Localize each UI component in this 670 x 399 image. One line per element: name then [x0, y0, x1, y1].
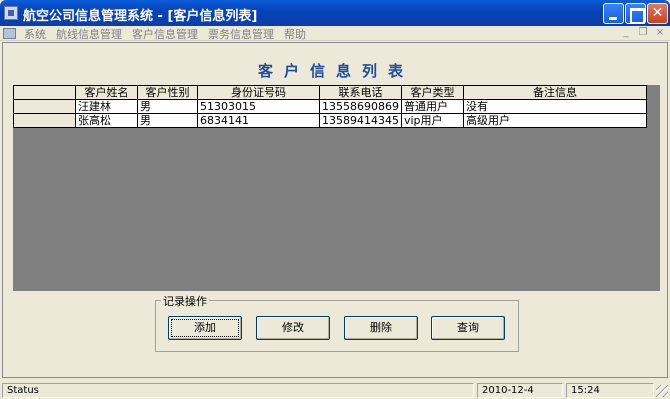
cell-id-number[interactable]: 51303015	[197, 99, 320, 114]
maximize-button[interactable]	[625, 3, 646, 24]
cell-customer-type[interactable]: 普通用户	[400, 99, 464, 114]
menu-system[interactable]: 系统	[24, 26, 46, 42]
query-button[interactable]: 查询	[431, 316, 505, 340]
app-icon	[4, 6, 18, 20]
column-header-gender[interactable]: 客户性别	[137, 85, 198, 100]
status-time: 15:24	[566, 383, 654, 398]
menu-customer-management[interactable]: 客户信息管理	[132, 26, 198, 42]
customer-list-form: 客户信息列表 客户姓名 客户性别 身份证号码 联系电话 客户类型 备注信息 汪建…	[2, 42, 668, 378]
status-bar: Status 2010-12-4 15:24	[0, 381, 670, 399]
cell-name[interactable]: 汪建林	[75, 99, 138, 114]
row-header-corner	[13, 85, 76, 100]
cell-gender[interactable]: 男	[137, 99, 198, 114]
cell-customer-type[interactable]: vip用户	[400, 113, 464, 128]
customer-grid[interactable]: 客户姓名 客户性别 身份证号码 联系电话 客户类型 备注信息 汪建林 男 513…	[13, 85, 660, 291]
child-minimize-icon[interactable]: _	[620, 27, 632, 38]
row-selector[interactable]	[13, 99, 76, 114]
record-operations-group: 记录操作 添加 修改 删除 查询	[155, 293, 519, 352]
cell-remarks[interactable]: 没有	[462, 99, 647, 114]
status-text: Status	[2, 383, 474, 398]
menu-bar: 系统 航线信息管理 客户信息管理 票务信息管理 帮助 _ ❐ ×	[0, 26, 670, 41]
table-row[interactable]: 张高松 男 6834141 13589414345 vip用户 高级用户	[13, 113, 647, 128]
minimize-button[interactable]	[603, 3, 624, 24]
delete-button[interactable]: 删除	[344, 316, 418, 340]
add-button[interactable]: 添加	[168, 316, 242, 340]
cell-phone[interactable]: 13558690869	[319, 99, 402, 114]
column-header-name[interactable]: 客户姓名	[75, 85, 138, 100]
menu-ticket-management[interactable]: 票务信息管理	[208, 26, 274, 42]
status-date: 2010-12-4	[477, 383, 563, 398]
column-header-remarks[interactable]: 备注信息	[462, 85, 647, 100]
cell-name[interactable]: 张高松	[75, 113, 138, 128]
menu-help[interactable]: 帮助	[284, 26, 306, 42]
close-icon: ✕	[651, 5, 664, 21]
cell-phone[interactable]: 13589414345	[319, 113, 402, 128]
table-header-row: 客户姓名 客户性别 身份证号码 联系电话 客户类型 备注信息	[13, 85, 647, 100]
customer-table: 客户姓名 客户性别 身份证号码 联系电话 客户类型 备注信息 汪建林 男 513…	[13, 85, 647, 128]
child-window-icon[interactable]	[3, 28, 16, 39]
menu-route-management[interactable]: 航线信息管理	[56, 26, 122, 42]
close-button[interactable]: ✕	[647, 3, 668, 24]
row-selector[interactable]	[13, 113, 76, 128]
column-header-customer-type[interactable]: 客户类型	[400, 85, 464, 100]
resize-grip-icon[interactable]	[656, 385, 668, 397]
child-restore-icon[interactable]: ❐	[637, 27, 649, 38]
edit-button[interactable]: 修改	[256, 316, 330, 340]
column-header-id-number[interactable]: 身份证号码	[197, 85, 320, 100]
cell-gender[interactable]: 男	[137, 113, 198, 128]
cell-id-number[interactable]: 6834141	[197, 113, 320, 128]
window-title: 航空公司信息管理系统 - [客户信息列表]	[23, 9, 258, 24]
table-row[interactable]: 汪建林 男 51303015 13558690869 普通用户 没有	[13, 99, 647, 114]
column-header-phone[interactable]: 联系电话	[319, 85, 402, 100]
form-heading: 客户信息列表	[257, 62, 414, 80]
record-operations-label: 记录操作	[161, 293, 209, 309]
cell-remarks[interactable]: 高级用户	[462, 113, 647, 128]
child-close-icon[interactable]: ×	[654, 27, 666, 38]
window-titlebar: 航空公司信息管理系统 - [客户信息列表] ✕	[0, 0, 670, 27]
